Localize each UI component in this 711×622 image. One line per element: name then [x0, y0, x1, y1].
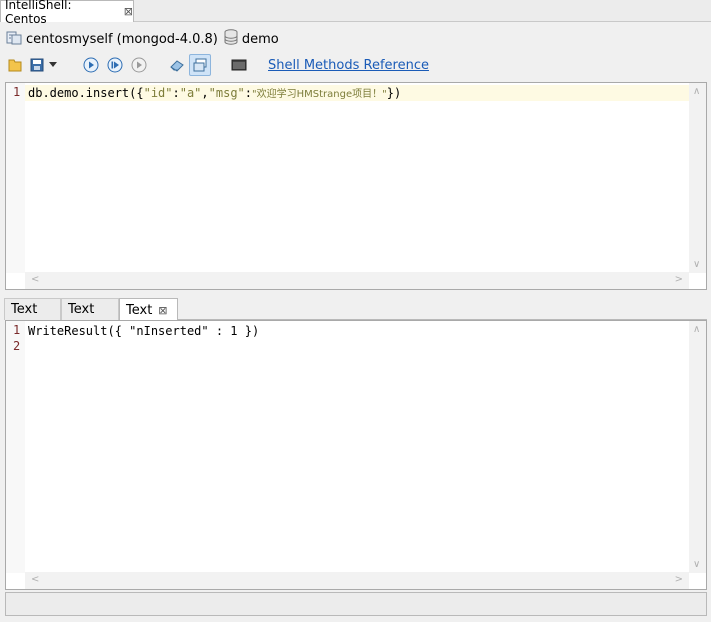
server-name: centosmyself (mongod-4.0.8) [26, 31, 218, 47]
toolbar: Shell Methods Reference [0, 54, 711, 78]
save-icon [30, 58, 44, 72]
script-editor[interactable]: 1 db.demo.insert({"id":"a","msg":"欢迎学习HM… [5, 82, 707, 290]
scroll-right-icon[interactable]: > [675, 274, 683, 285]
editor-gutter: 1 [6, 83, 25, 273]
tab-result-2[interactable]: Text [61, 298, 119, 320]
scroll-left-icon[interactable]: < [31, 574, 39, 585]
line-number: 2 [13, 339, 21, 353]
scroll-up-icon[interactable]: ∧ [693, 86, 700, 97]
tab-result-1[interactable]: Text [4, 298, 61, 320]
code-line[interactable]: db.demo.insert({"id":"a","msg":"欢迎学习HMSt… [28, 85, 401, 103]
play-disabled-icon [131, 57, 147, 73]
tab-title: IntelliShell: Centos [5, 0, 72, 26]
chevron-down-icon [49, 62, 57, 67]
status-bar [5, 592, 707, 616]
line-number: 1 [13, 323, 21, 337]
tab-close-icon[interactable]: ⊠ [124, 5, 133, 18]
database-name: demo [241, 31, 279, 47]
console-button[interactable] [228, 54, 250, 76]
scroll-left-icon[interactable]: < [31, 274, 39, 285]
server-icon [6, 29, 22, 49]
scroll-down-icon[interactable]: ∨ [693, 259, 700, 270]
tab-intellishell[interactable]: IntelliShell: Centos ⊠ [0, 0, 134, 26]
scroll-up-icon[interactable]: ∧ [693, 324, 700, 335]
shell-methods-reference-link[interactable]: Shell Methods Reference [268, 58, 429, 73]
editor-horizontal-scrollbar[interactable]: < > [25, 272, 689, 289]
result-output[interactable]: 1 2 WriteResult({ "nInserted" : 1 }) ∧ ∨… [5, 320, 707, 590]
output-gutter: 1 2 [6, 321, 25, 573]
line-number: 1 [13, 85, 21, 99]
play-icon [83, 57, 99, 73]
execute-selection-button[interactable] [128, 54, 150, 76]
save-dropdown-button[interactable] [46, 54, 60, 76]
execute-all-button[interactable] [80, 54, 102, 76]
folder-icon [8, 59, 22, 72]
results-pane-toggle-button[interactable] [189, 54, 211, 76]
format-button[interactable] [166, 54, 188, 76]
save-button[interactable] [26, 54, 48, 76]
console-icon [231, 59, 247, 71]
step-play-icon [107, 57, 123, 73]
tab-result-3[interactable]: Text ⊠ [119, 298, 178, 321]
output-line: WriteResult({ "nInserted" : 1 }) [28, 324, 260, 338]
database-icon [224, 29, 238, 49]
connection-bar: centosmyself (mongod-4.0.8) demo [0, 28, 285, 50]
results-pane-icon [193, 58, 207, 72]
editor-tab-strip: IntelliShell: Centos ⊠ [0, 0, 711, 26]
open-script-button[interactable] [4, 54, 26, 76]
output-vertical-scrollbar[interactable]: ∧ ∨ [689, 321, 706, 573]
execute-current-button[interactable] [104, 54, 126, 76]
result-tabs: Text Text Text ⊠ [4, 298, 707, 321]
scroll-down-icon[interactable]: ∨ [693, 559, 700, 570]
result-tab-close-icon[interactable]: ⊠ [158, 304, 167, 317]
eraser-icon [170, 60, 184, 72]
scroll-right-icon[interactable]: > [675, 574, 683, 585]
output-horizontal-scrollbar[interactable]: < > [25, 572, 689, 589]
editor-vertical-scrollbar[interactable]: ∧ ∨ [689, 83, 706, 273]
